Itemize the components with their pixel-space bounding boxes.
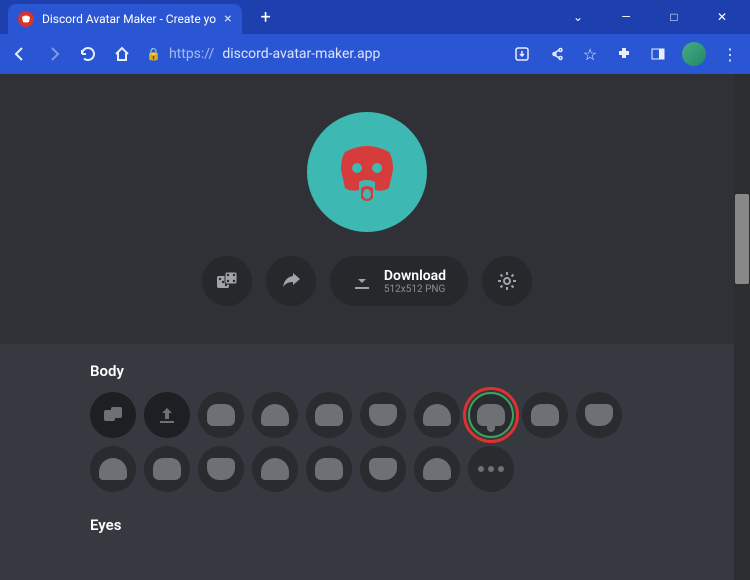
share-icon[interactable] xyxy=(546,44,566,64)
eyes-section: Eyes xyxy=(0,510,734,564)
scrollbar[interactable] xyxy=(734,74,750,580)
body-section: Body xyxy=(0,344,734,510)
share-arrow-icon xyxy=(280,270,302,292)
address-bar: 🔒 https:// discord-avatar-maker.app ☆ ⋮ xyxy=(0,34,750,74)
close-button[interactable]: ✕ xyxy=(700,2,744,32)
window-titlebar: Discord Avatar Maker - Create yo × + ⌄ —… xyxy=(0,0,750,34)
gear-icon xyxy=(496,270,518,292)
sidepanel-icon[interactable] xyxy=(648,44,668,64)
dice-icon xyxy=(102,404,124,426)
body-option-14[interactable] xyxy=(360,446,406,492)
lock-icon: 🔒 xyxy=(146,47,161,61)
share-button[interactable] xyxy=(266,256,316,306)
new-tab-button[interactable]: + xyxy=(252,3,280,31)
hero-section: Download 512x512 PNG xyxy=(0,74,734,344)
body-option-13[interactable] xyxy=(306,446,352,492)
bookmark-icon[interactable]: ☆ xyxy=(580,44,600,64)
body-option-11[interactable] xyxy=(198,446,244,492)
maximize-button[interactable]: □ xyxy=(652,2,696,32)
upload-icon xyxy=(157,405,177,425)
action-row: Download 512x512 PNG xyxy=(202,256,532,306)
url-host: discord-avatar-maker.app xyxy=(222,46,380,62)
avatar-preview xyxy=(307,112,427,232)
dice-icon xyxy=(215,269,239,293)
body-randomize[interactable] xyxy=(90,392,136,438)
url-scheme: https:// xyxy=(169,46,214,62)
body-option-15[interactable] xyxy=(414,446,460,492)
download-sublabel: 512x512 PNG xyxy=(384,284,446,295)
page-content: Download 512x512 PNG Body xyxy=(0,74,750,580)
body-option-9[interactable] xyxy=(90,446,136,492)
menu-button[interactable]: ⋮ xyxy=(720,44,740,64)
settings-button[interactable] xyxy=(482,256,532,306)
tab-title: Discord Avatar Maker - Create yo xyxy=(42,12,216,26)
extensions-icon[interactable] xyxy=(614,44,634,64)
download-button[interactable]: Download 512x512 PNG xyxy=(330,256,468,306)
scrollbar-thumb[interactable] xyxy=(735,194,749,284)
back-button[interactable] xyxy=(10,44,30,64)
body-option-7[interactable] xyxy=(522,392,568,438)
tab-close-icon[interactable]: × xyxy=(224,11,231,27)
body-more-button[interactable] xyxy=(468,446,514,492)
body-option-10[interactable] xyxy=(144,446,190,492)
body-upload[interactable] xyxy=(144,392,190,438)
body-option-12[interactable] xyxy=(252,446,298,492)
tab-favicon-icon xyxy=(18,11,34,27)
minimize-button[interactable]: — xyxy=(604,2,648,32)
body-option-3[interactable] xyxy=(306,392,352,438)
download-label: Download xyxy=(384,268,446,284)
dropdown-icon[interactable]: ⌄ xyxy=(556,2,600,32)
browser-tab[interactable]: Discord Avatar Maker - Create yo × xyxy=(8,4,242,34)
body-option-5[interactable] xyxy=(414,392,460,438)
body-option-8[interactable] xyxy=(576,392,622,438)
url-bar[interactable]: 🔒 https:// discord-avatar-maker.app xyxy=(146,46,498,62)
forward-button[interactable] xyxy=(44,44,64,64)
section-title-body: Body xyxy=(90,362,644,380)
reload-button[interactable] xyxy=(78,44,98,64)
randomize-button[interactable] xyxy=(202,256,252,306)
body-option-6-selected[interactable] xyxy=(468,392,514,438)
body-option-4[interactable] xyxy=(360,392,406,438)
profile-avatar-icon[interactable] xyxy=(682,42,706,66)
install-app-icon[interactable] xyxy=(512,44,532,64)
download-icon xyxy=(352,271,372,291)
section-title-eyes: Eyes xyxy=(90,516,644,534)
home-button[interactable] xyxy=(112,44,132,64)
body-grid xyxy=(90,392,644,492)
body-option-2[interactable] xyxy=(252,392,298,438)
avatar-body-icon xyxy=(327,132,407,212)
body-option-1[interactable] xyxy=(198,392,244,438)
